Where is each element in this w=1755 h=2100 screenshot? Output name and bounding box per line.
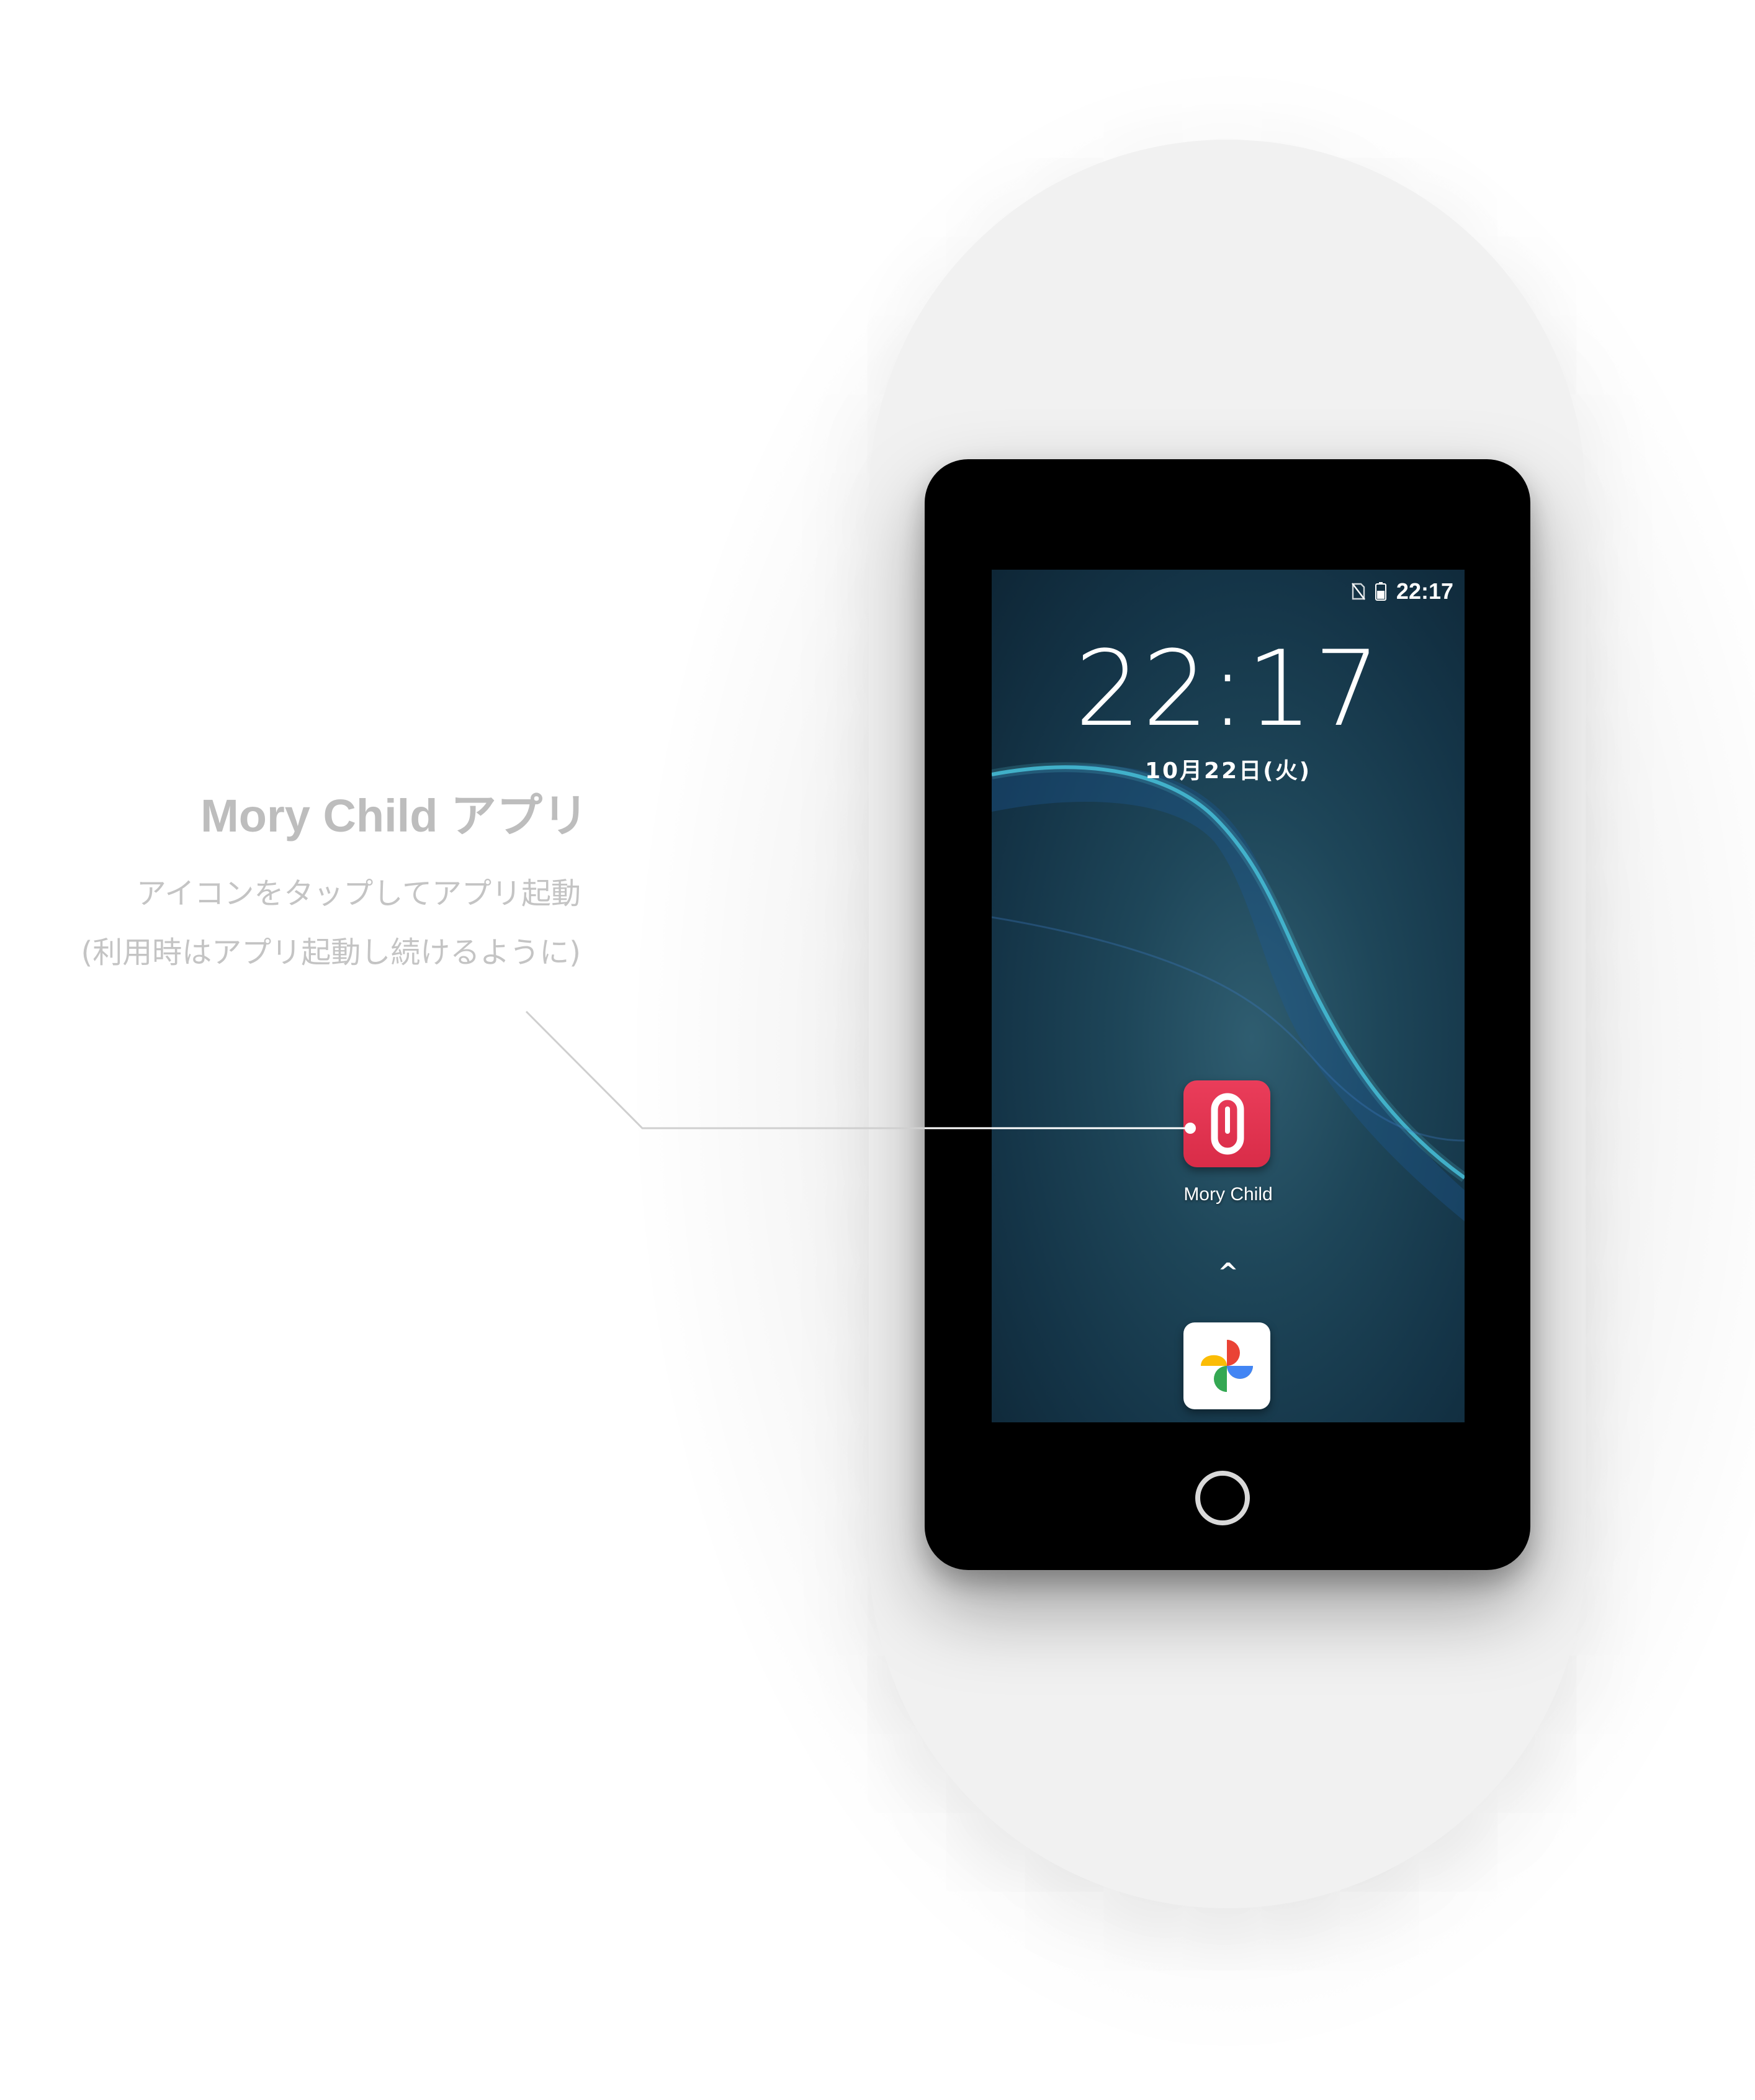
lock-date: 10月22日(火) xyxy=(1144,758,1312,784)
battery-icon xyxy=(1375,582,1386,601)
mory-child-app-label[interactable]: Mory Child xyxy=(992,1184,1465,1205)
google-photos-app-icon[interactable] xyxy=(1183,1322,1270,1409)
callout-description-line-1: アイコンをタップしてアプリ起動 xyxy=(136,876,581,911)
home-button[interactable] xyxy=(1195,1471,1250,1525)
lock-clock: 22:17 xyxy=(1074,628,1382,750)
no-sim-icon xyxy=(1351,583,1365,600)
status-bar: 22:17 xyxy=(1351,578,1453,604)
stage: Mory Child アプリ アイコンをタップしてアプリ起動 (利用時はアプリ起… xyxy=(0,0,1755,2100)
callout-description-line-2: (利用時はアプリ起動し続けるように) xyxy=(81,935,581,970)
callout-title: Mory Child アプリ xyxy=(200,790,588,841)
lock-screen[interactable]: 22:17 22:17 10月22日(火) Mory Child ^ xyxy=(992,570,1465,1422)
mory-child-icon xyxy=(1211,1093,1244,1155)
status-time: 22:17 xyxy=(1396,578,1453,604)
mory-child-app-icon[interactable] xyxy=(1183,1080,1270,1167)
app-drawer-handle[interactable]: ^ xyxy=(992,1259,1465,1287)
google-photos-icon xyxy=(1201,1340,1253,1392)
